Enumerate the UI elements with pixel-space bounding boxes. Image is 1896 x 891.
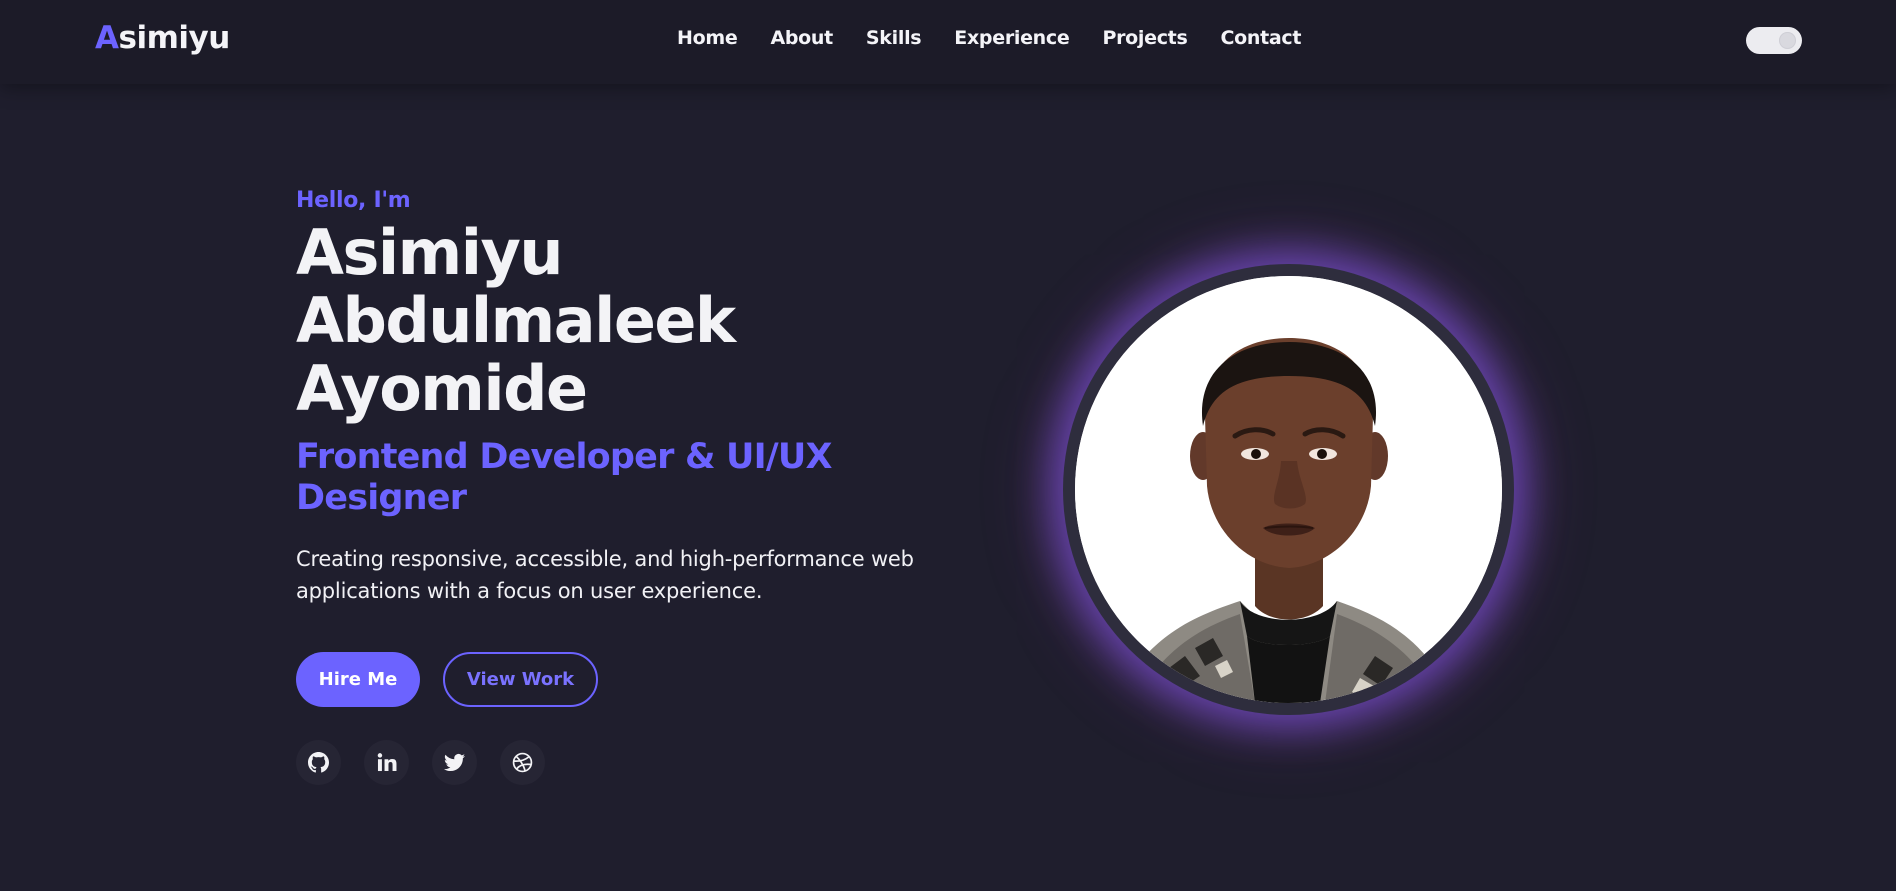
hire-me-button[interactable]: Hire Me — [296, 652, 420, 707]
social-links — [296, 740, 568, 785]
dribbble-link[interactable] — [500, 740, 545, 785]
linkedin-icon — [377, 753, 397, 772]
linkedin-link[interactable] — [364, 740, 409, 785]
hero-name: Asimiyu Abdulmaleek Ayomide — [296, 219, 936, 423]
nav-link-experience[interactable]: Experience — [954, 27, 1069, 49]
hero-role: Frontend Developer & UI/UX Designer — [296, 437, 832, 518]
hero-name-line-3: Ayomide — [296, 352, 588, 425]
github-link[interactable] — [296, 740, 341, 785]
site-logo[interactable]: Asimiyu — [95, 20, 230, 56]
hero-section: Hello, I'm Asimiyu Abdulmaleek Ayomide F… — [296, 188, 936, 607]
profile-photo — [1075, 276, 1502, 703]
theme-toggle-knob — [1779, 32, 1796, 49]
hero-name-line-1: Asimiyu — [296, 216, 564, 289]
logo-text: simiyu — [118, 20, 231, 56]
profile-photo-illustration — [1075, 276, 1502, 703]
nav-link-contact[interactable]: Contact — [1220, 27, 1301, 49]
theme-toggle[interactable] — [1746, 27, 1802, 54]
dribbble-icon — [512, 752, 533, 773]
profile-photo-frame — [1063, 264, 1514, 715]
twitter-link[interactable] — [432, 740, 477, 785]
logo-accent-letter: A — [95, 20, 119, 56]
hero-description: Creating responsive, accessible, and hig… — [296, 547, 914, 603]
view-work-button[interactable]: View Work — [443, 652, 598, 707]
nav-link-skills[interactable]: Skills — [866, 27, 922, 49]
hero-name-line-2: Abdulmaleek — [296, 284, 736, 357]
nav-link-home[interactable]: Home — [677, 27, 738, 49]
github-icon — [308, 752, 329, 773]
twitter-icon — [444, 753, 465, 772]
hero-greeting: Hello, I'm — [296, 188, 411, 213]
nav-link-about[interactable]: About — [770, 27, 833, 49]
hero-buttons: Hire Me View Work — [296, 652, 598, 707]
nav-link-projects[interactable]: Projects — [1102, 27, 1187, 49]
navbar: Asimiyu Home About Skills Experience Pro… — [0, 0, 1896, 84]
nav-links: Home About Skills Experience Projects Co… — [677, 27, 1334, 49]
